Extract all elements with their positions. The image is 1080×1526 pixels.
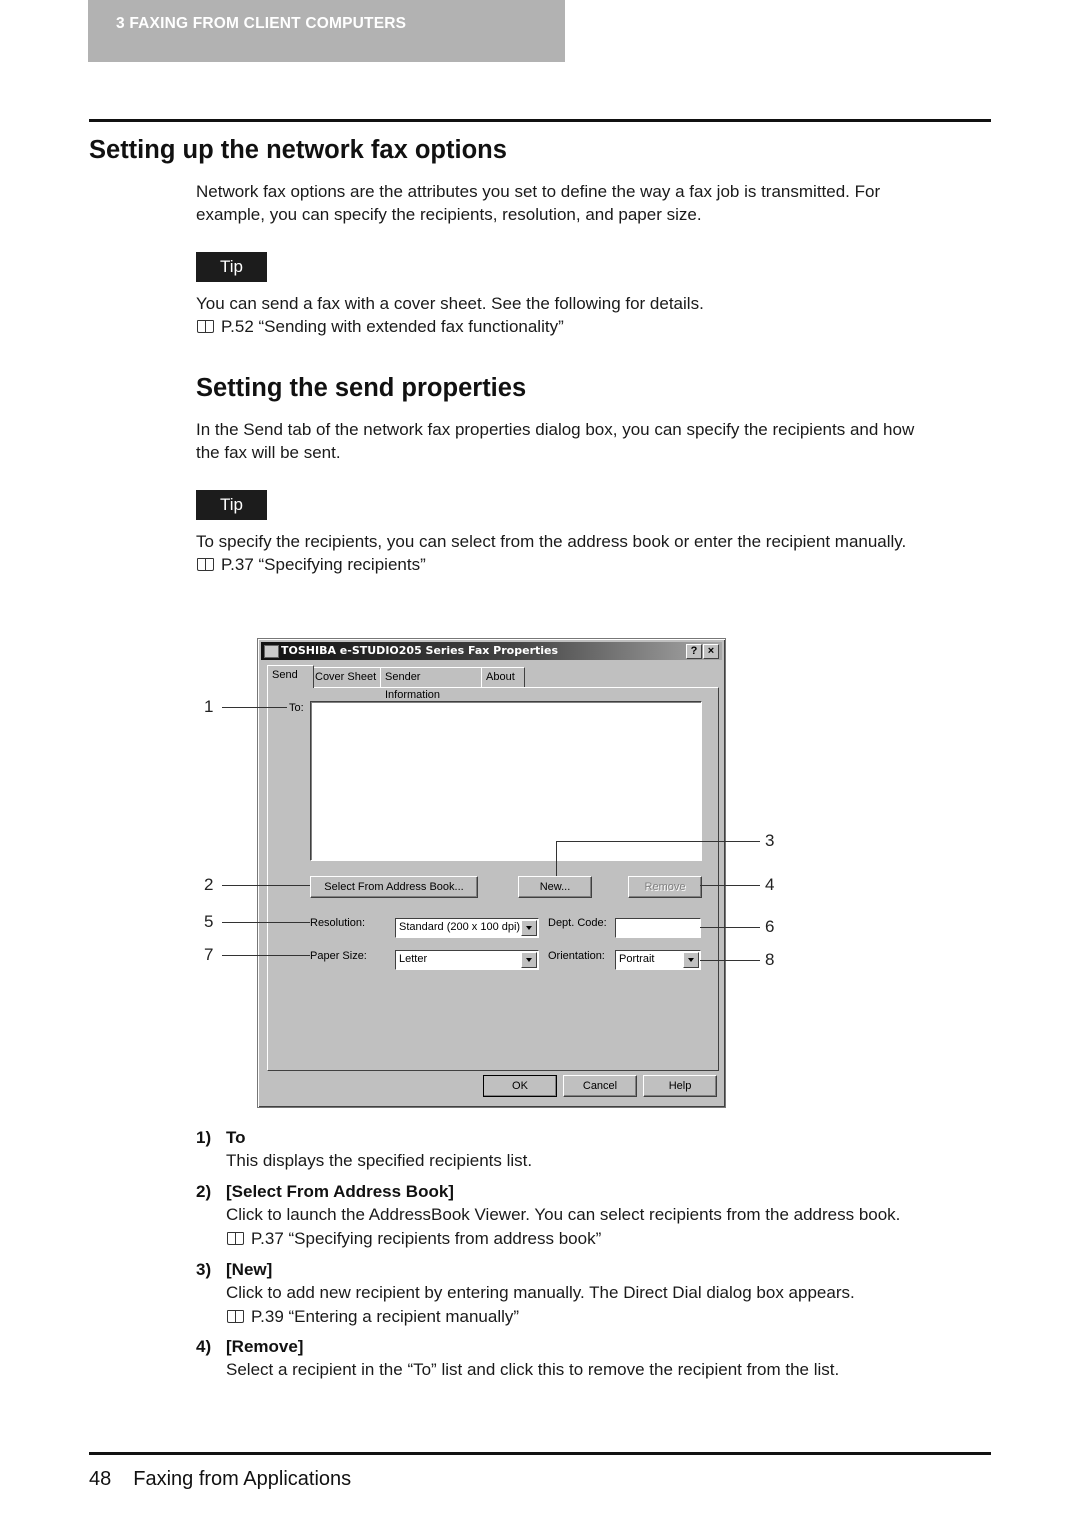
top-divider: [89, 119, 991, 122]
tip-badge: Tip: [196, 490, 267, 520]
to-label: To:: [289, 702, 304, 714]
item-heading: 2) [Select From Address Book]: [196, 1182, 454, 1202]
callout-line: [222, 955, 310, 956]
item-description: Select a recipient in the “To” list and …: [226, 1360, 840, 1379]
to-recipients-list[interactable]: [310, 701, 702, 861]
tab-send[interactable]: Send: [267, 665, 314, 688]
reference-text: P.37 “Specifying recipients from address…: [251, 1229, 602, 1248]
chevron-down-icon[interactable]: [521, 952, 537, 968]
close-icon[interactable]: ×: [703, 644, 719, 659]
resolution-label: Resolution:: [310, 917, 366, 929]
reference-text: P.39 “Entering a recipient manually”: [251, 1307, 520, 1326]
item-description: Click to add new recipient by entering m…: [226, 1283, 855, 1302]
item-title: [Select From Address Book]: [226, 1182, 454, 1201]
page-footer: 48 Faxing from Applications: [89, 1468, 351, 1491]
fax-properties-dialog: TOSHIBA e-STUDIO205 Series Fax Propertie…: [257, 638, 726, 1108]
item-number: 1): [196, 1128, 212, 1147]
orientation-select[interactable]: Portrait: [615, 950, 701, 970]
orientation-value: Portrait: [619, 953, 655, 965]
section-intro-line-1: Network fax options are the attributes y…: [196, 182, 881, 201]
chevron-down-icon[interactable]: [683, 952, 699, 968]
dept-code-label: Dept. Code:: [548, 917, 607, 929]
item-number: 4): [196, 1337, 212, 1356]
resolution-value: Standard (200 x 100 dpi): [399, 921, 521, 933]
book-icon: [197, 557, 215, 572]
tab-about[interactable]: About: [481, 667, 525, 688]
callout-number: 6: [765, 917, 775, 936]
resolution-select[interactable]: Standard (200 x 100 dpi): [395, 918, 539, 938]
callout-line: [700, 927, 760, 928]
section-intro-line-2: example, you can specify the recipients,…: [196, 205, 702, 224]
subsection-intro-line-2: the fax will be sent.: [196, 443, 341, 462]
section-title: Setting up the network fax options: [89, 136, 507, 164]
item-description: Click to launch the AddressBook Viewer. …: [226, 1205, 901, 1224]
item-title: [New]: [226, 1260, 273, 1279]
paper-size-value: Letter: [399, 953, 428, 965]
help-icon[interactable]: ?: [686, 644, 702, 659]
callout-number: 4: [765, 875, 775, 894]
select-from-address-book-button[interactable]: Select From Address Book...: [310, 876, 478, 898]
dept-code-input[interactable]: [615, 918, 701, 938]
item-title: [Remove]: [226, 1337, 304, 1356]
callout-line: [700, 885, 760, 886]
book-icon: [227, 1309, 245, 1324]
footer-section-name: Faxing from Applications: [133, 1468, 352, 1490]
item-heading: 3) [New]: [196, 1260, 272, 1280]
tab-sender-information[interactable]: Sender Information: [380, 667, 483, 701]
callout-number: 1: [204, 697, 214, 716]
paper-size-label: Paper Size:: [310, 950, 367, 962]
callout-line: [700, 960, 760, 961]
cross-reference-link[interactable]: P.52 “Sending with extended fax function…: [197, 315, 564, 338]
subsection-title: Setting the send properties: [196, 374, 527, 402]
callout-line: [556, 841, 760, 842]
item-description: This displays the specified recipients l…: [226, 1151, 533, 1170]
callout-number: 8: [765, 950, 775, 969]
printer-icon: [264, 645, 279, 658]
subsection-intro-line-1: In the Send tab of the network fax prope…: [196, 420, 915, 439]
cross-reference-link[interactable]: P.39 “Entering a recipient manually”: [227, 1305, 519, 1328]
paper-size-select[interactable]: Letter: [395, 950, 539, 970]
help-button[interactable]: Help: [643, 1075, 717, 1097]
cancel-button[interactable]: Cancel: [563, 1075, 637, 1097]
item-heading: 1) To: [196, 1128, 246, 1148]
callout-line: [556, 841, 557, 876]
callout-line: [222, 707, 287, 708]
callout-number: 7: [204, 945, 214, 964]
orientation-label: Orientation:: [548, 950, 605, 962]
item-number: 3): [196, 1260, 212, 1279]
item-heading: 4) [Remove]: [196, 1337, 303, 1357]
reference-text: P.37 “Specifying recipients”: [221, 555, 426, 574]
reference-text: P.52 “Sending with extended fax function…: [221, 317, 564, 336]
dialog-title: TOSHIBA e-STUDIO205 Series Fax Propertie…: [281, 644, 559, 657]
tip-text: You can send a fax with a cover sheet. S…: [196, 294, 704, 313]
callout-line: [222, 922, 310, 923]
chapter-tab: 3 FAXING FROM CLIENT COMPUTERS: [88, 0, 565, 62]
dialog-titlebar: TOSHIBA e-STUDIO205 Series Fax Propertie…: [261, 642, 722, 660]
callout-number: 3: [765, 831, 775, 850]
chapter-tab-label: 3 FAXING FROM CLIENT COMPUTERS: [116, 15, 407, 32]
cross-reference-link[interactable]: P.37 “Specifying recipients from address…: [227, 1227, 601, 1250]
item-number: 2): [196, 1182, 212, 1201]
footer-divider: [89, 1452, 991, 1455]
ok-button[interactable]: OK: [483, 1075, 557, 1097]
subsection-intro: In the Send tab of the network fax prope…: [196, 418, 914, 464]
tip-badge: Tip: [196, 252, 267, 282]
new-button[interactable]: New...: [518, 876, 592, 898]
section-intro: Network fax options are the attributes y…: [196, 180, 880, 226]
callout-number: 5: [204, 912, 214, 931]
callout-line: [222, 885, 310, 886]
book-icon: [227, 1231, 245, 1246]
callout-number: 2: [204, 875, 214, 894]
send-tab-panel: To: Select From Address Book... New... R…: [267, 687, 719, 1071]
item-title: To: [226, 1128, 246, 1147]
cross-reference-link[interactable]: P.37 “Specifying recipients”: [197, 553, 426, 576]
tab-cover-sheet[interactable]: Cover Sheet: [310, 667, 382, 688]
tip-text: To specify the recipients, you can selec…: [196, 532, 907, 551]
page-number: 48: [89, 1468, 112, 1490]
book-icon: [197, 319, 215, 334]
chevron-down-icon[interactable]: [521, 920, 537, 936]
remove-button[interactable]: Remove: [628, 876, 702, 898]
